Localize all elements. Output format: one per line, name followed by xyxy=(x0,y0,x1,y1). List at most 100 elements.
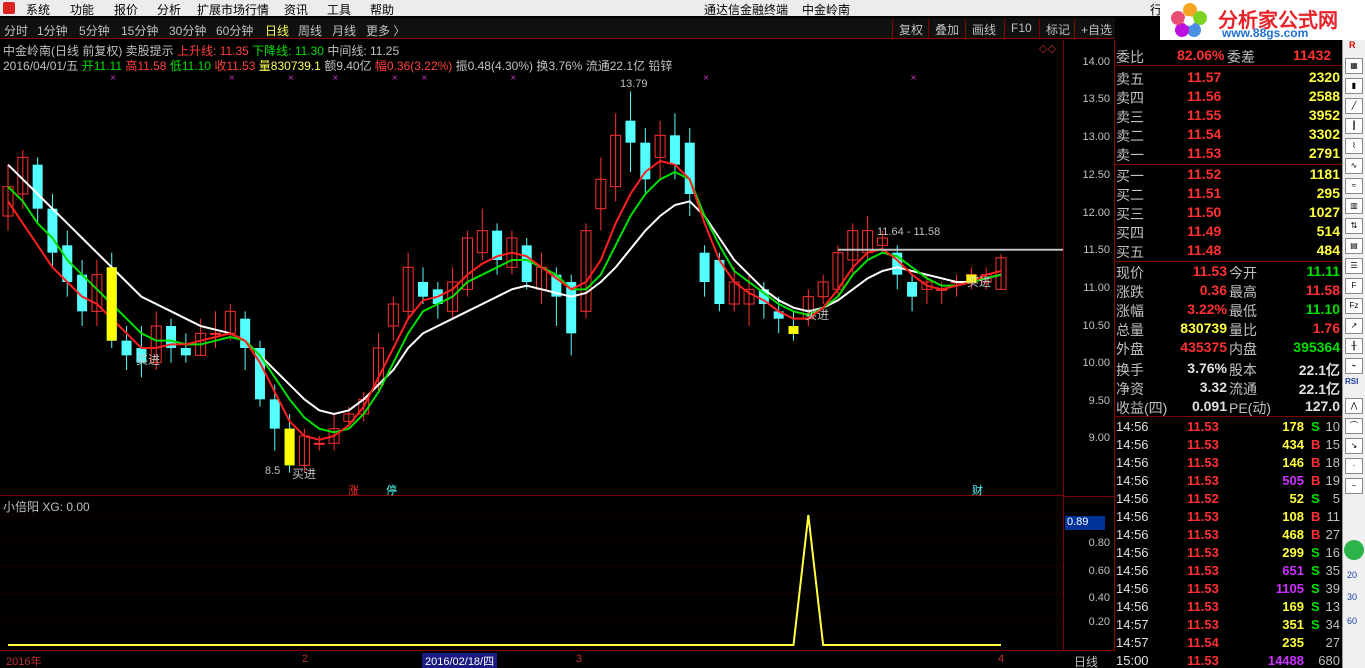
menu-function[interactable]: 功能 xyxy=(70,1,94,18)
menu-analysis[interactable]: 分析 xyxy=(157,1,181,18)
tick-row[interactable]: 14:57 11.54 235 27 xyxy=(1115,634,1342,653)
side-chart-icon[interactable]: ∿ xyxy=(1345,158,1363,174)
period-label[interactable]: 日线 xyxy=(1074,653,1098,668)
side-bar-icon[interactable]: ▮ xyxy=(1345,78,1363,94)
side-rsi-label[interactable]: RSI xyxy=(1345,377,1358,386)
menu-extended-market[interactable]: 扩展市场行情 xyxy=(197,1,269,18)
kline-chart[interactable]: 中金岭南(日线 前复权) 卖股提示 上升线: 11.35 下降线: 11.30 … xyxy=(0,40,1063,497)
tick-price: 11.53 xyxy=(1187,473,1219,488)
top-event-marker: × xyxy=(421,73,428,82)
side-bars-icon[interactable]: ┃ xyxy=(1345,118,1363,134)
tick-price: 11.52 xyxy=(1187,491,1219,506)
period-tab-weekly[interactable]: 周线 xyxy=(298,22,322,39)
f10-button[interactable]: F10 xyxy=(1004,19,1038,38)
sub-axis-tick: 0.60 xyxy=(1088,565,1110,577)
mark-button[interactable]: 标记 xyxy=(1039,19,1076,38)
tick-row[interactable]: 14:56 11.53 505 B 19 xyxy=(1115,472,1342,491)
tick-row[interactable]: 14:56 11.53 651 S 35 xyxy=(1115,562,1342,581)
period-tab-30min[interactable]: 30分钟 xyxy=(169,22,206,39)
period-tab-intraday[interactable]: 分时 xyxy=(4,22,28,39)
side-stack-icon[interactable]: ☰ xyxy=(1345,258,1363,274)
side-down-icon[interactable]: ↘ xyxy=(1345,438,1363,454)
side-spark-icon[interactable]: ⌁ xyxy=(1345,358,1363,374)
indicator-chart[interactable]: 小倍阳 XG: 0.00 xyxy=(0,497,1063,650)
ask-row[interactable]: 卖一 11.53 2791 xyxy=(1115,144,1342,163)
side-grid-icon[interactable]: ▦ xyxy=(1345,58,1363,74)
tick-count: 34 xyxy=(1325,617,1340,632)
ask-row[interactable]: 卖二 11.54 3302 xyxy=(1115,125,1342,144)
side-wave-icon[interactable]: ≈ xyxy=(1345,178,1363,194)
menu-news[interactable]: 资讯 xyxy=(284,1,308,18)
side-line-icon[interactable]: ╱ xyxy=(1345,98,1363,114)
side-green-badge-icon[interactable] xyxy=(1344,540,1364,560)
bid-volume: 1027 xyxy=(1308,204,1340,220)
side-trend2-icon[interactable]: ⌒ xyxy=(1345,418,1363,434)
period-tab-15min[interactable]: 15分钟 xyxy=(121,22,158,39)
menu-help[interactable]: 帮助 xyxy=(370,1,394,18)
side-fz-icon[interactable]: Fz xyxy=(1345,298,1363,314)
tick-row[interactable]: 14:56 11.53 299 S 16 xyxy=(1115,544,1342,563)
overlay-button[interactable]: 叠加 xyxy=(928,19,965,38)
tick-time: 14:57 xyxy=(1116,635,1149,650)
stat-value: 22.1亿 xyxy=(1298,362,1340,378)
draw-line-button[interactable]: 画线 xyxy=(965,19,1002,38)
bid-volume: 514 xyxy=(1316,223,1340,239)
side-60-label[interactable]: 60 xyxy=(1347,616,1357,626)
bid-price: 11.50 xyxy=(1187,204,1222,220)
side-30-label[interactable]: 30 xyxy=(1347,592,1357,602)
tick-count: 27 xyxy=(1325,635,1340,650)
stat-label: 量比 xyxy=(1229,322,1257,338)
side-kline-icon[interactable]: ╫ xyxy=(1345,338,1363,354)
stat-value: 22.1亿 xyxy=(1298,381,1340,397)
tick-row[interactable]: 14:56 11.53 434 B 15 xyxy=(1115,436,1342,455)
ask-row[interactable]: 卖五 11.57 2320 xyxy=(1115,68,1342,87)
bid-row[interactable]: 买五 11.48 484 xyxy=(1115,241,1342,260)
tick-row[interactable]: 14:56 11.53 146 B 18 xyxy=(1115,454,1342,473)
menu-tools[interactable]: 工具 xyxy=(327,1,351,18)
bid-volume: 295 xyxy=(1316,185,1340,201)
bid-row[interactable]: 买一 11.52 1181 xyxy=(1115,165,1342,184)
side-dash-icon[interactable]: – xyxy=(1345,478,1363,494)
tick-direction: B xyxy=(1311,455,1321,470)
tick-row[interactable]: 14:56 11.53 468 B 27 xyxy=(1115,526,1342,545)
buy-signal-label-4: 买进 xyxy=(967,275,992,289)
bid-row[interactable]: 买四 11.49 514 xyxy=(1115,222,1342,241)
indicator-plot xyxy=(0,514,1063,646)
side-dual-icon[interactable]: ⇅ xyxy=(1345,218,1363,234)
adjust-button[interactable]: 复权 xyxy=(892,19,929,38)
period-tab-5min[interactable]: 5分钟 xyxy=(79,22,110,39)
candle-body xyxy=(907,282,918,297)
side-20-label[interactable]: 20 xyxy=(1347,570,1357,580)
tick-row[interactable]: 14:56 11.52 52 S 5 xyxy=(1115,490,1342,509)
period-tab-more[interactable]: 更多 〉 xyxy=(366,22,405,39)
tick-row[interactable]: 14:57 11.53 351 S 34 xyxy=(1115,616,1342,635)
period-tab-60min[interactable]: 60分钟 xyxy=(216,22,253,39)
period-tab-monthly[interactable]: 月线 xyxy=(332,22,356,39)
ask-row[interactable]: 卖四 11.56 2588 xyxy=(1115,87,1342,106)
tick-row[interactable]: 14:56 11.53 169 S 13 xyxy=(1115,598,1342,617)
period-tab-1min[interactable]: 1分钟 xyxy=(37,22,68,39)
menu-system[interactable]: 系统 xyxy=(26,1,50,18)
side-f-icon[interactable]: F xyxy=(1345,278,1363,294)
chart-diamond-icon[interactable]: ◇◇ xyxy=(1039,42,1056,55)
period-tab-daily[interactable]: 日线 xyxy=(265,22,289,39)
bid-row[interactable]: 买二 11.51 295 xyxy=(1115,184,1342,203)
side-trend-icon[interactable]: ⌇ xyxy=(1345,138,1363,154)
tick-direction: S xyxy=(1311,617,1320,632)
tick-row[interactable]: 15:00 11.53 14488 680 xyxy=(1115,652,1342,668)
ask-price: 11.56 xyxy=(1187,88,1222,104)
side-zig-icon[interactable]: ⋀ xyxy=(1345,398,1363,414)
side-up-icon[interactable]: ↗ xyxy=(1345,318,1363,334)
bid-row[interactable]: 买三 11.50 1027 xyxy=(1115,203,1342,222)
side-dot-icon[interactable]: · xyxy=(1345,458,1363,474)
ask-row[interactable]: 卖三 11.55 3952 xyxy=(1115,106,1342,125)
menu-quote[interactable]: 报价 xyxy=(114,1,138,18)
side-bar2-icon[interactable]: ▤ xyxy=(1345,238,1363,254)
add-watchlist-button[interactable]: +自选 xyxy=(1074,19,1118,38)
bid-price: 11.51 xyxy=(1187,185,1222,201)
side-r-label[interactable]: R xyxy=(1349,40,1356,50)
tick-row[interactable]: 14:56 11.53 178 S 10 xyxy=(1115,418,1342,437)
side-column-icon[interactable]: ▥ xyxy=(1345,198,1363,214)
tick-row[interactable]: 14:56 11.53 108 B 11 xyxy=(1115,508,1342,527)
tick-row[interactable]: 14:56 11.53 1105 S 39 xyxy=(1115,580,1342,599)
